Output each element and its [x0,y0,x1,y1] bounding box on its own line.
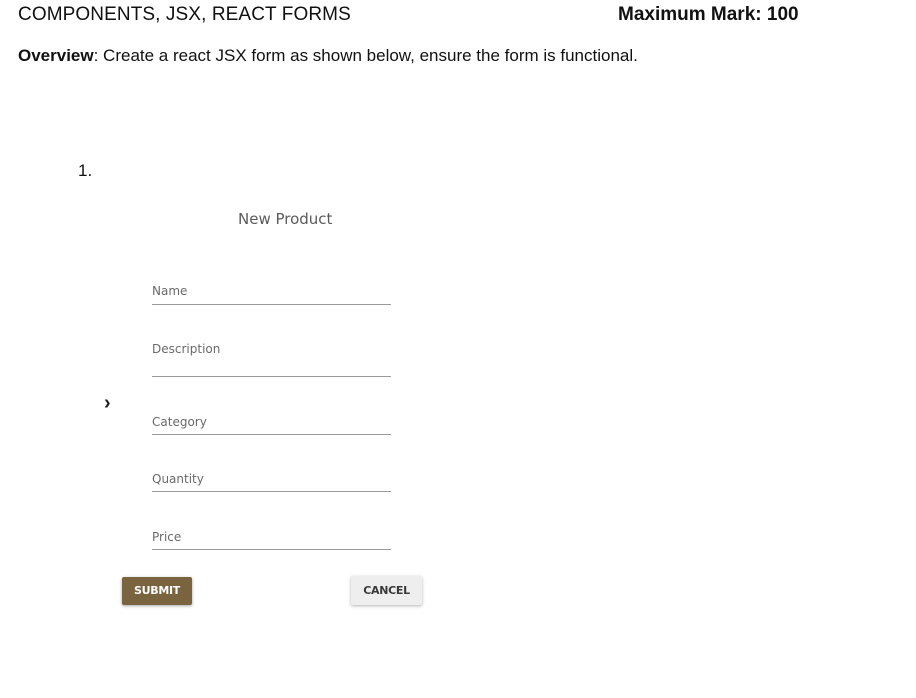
category-field[interactable]: Category [152,415,391,435]
price-field-underline [152,549,391,550]
quantity-field-underline [152,491,391,492]
quantity-field-label: Quantity [152,472,204,486]
name-field[interactable]: Name [152,284,391,305]
name-field-underline [152,304,391,305]
quantity-field[interactable]: Quantity [152,472,391,492]
form-title: New Product [238,210,333,228]
overview-text: : Create a react JSX form as shown below… [93,46,638,65]
category-field-label: Category [152,415,207,429]
name-field-label: Name [152,284,188,298]
item-number: 1. [78,161,93,180]
description-field-label: Description [152,342,221,356]
description-field-underline [152,376,391,377]
submit-button[interactable]: SUBMIT [122,577,192,605]
price-field-label: Price [152,530,182,544]
chevron-right-icon: › [104,392,111,414]
category-field-underline [152,434,391,435]
cancel-button[interactable]: CANCEL [351,576,422,605]
overview-paragraph: Overview: Create a react JSX form as sho… [18,45,638,67]
description-field[interactable]: Description [152,342,391,377]
document-title: COMPONENTS, JSX, REACT FORMS [18,4,351,25]
price-field[interactable]: Price [152,530,391,550]
overview-label: Overview [18,46,94,65]
maximum-mark: Maximum Mark: 100 [618,4,799,25]
